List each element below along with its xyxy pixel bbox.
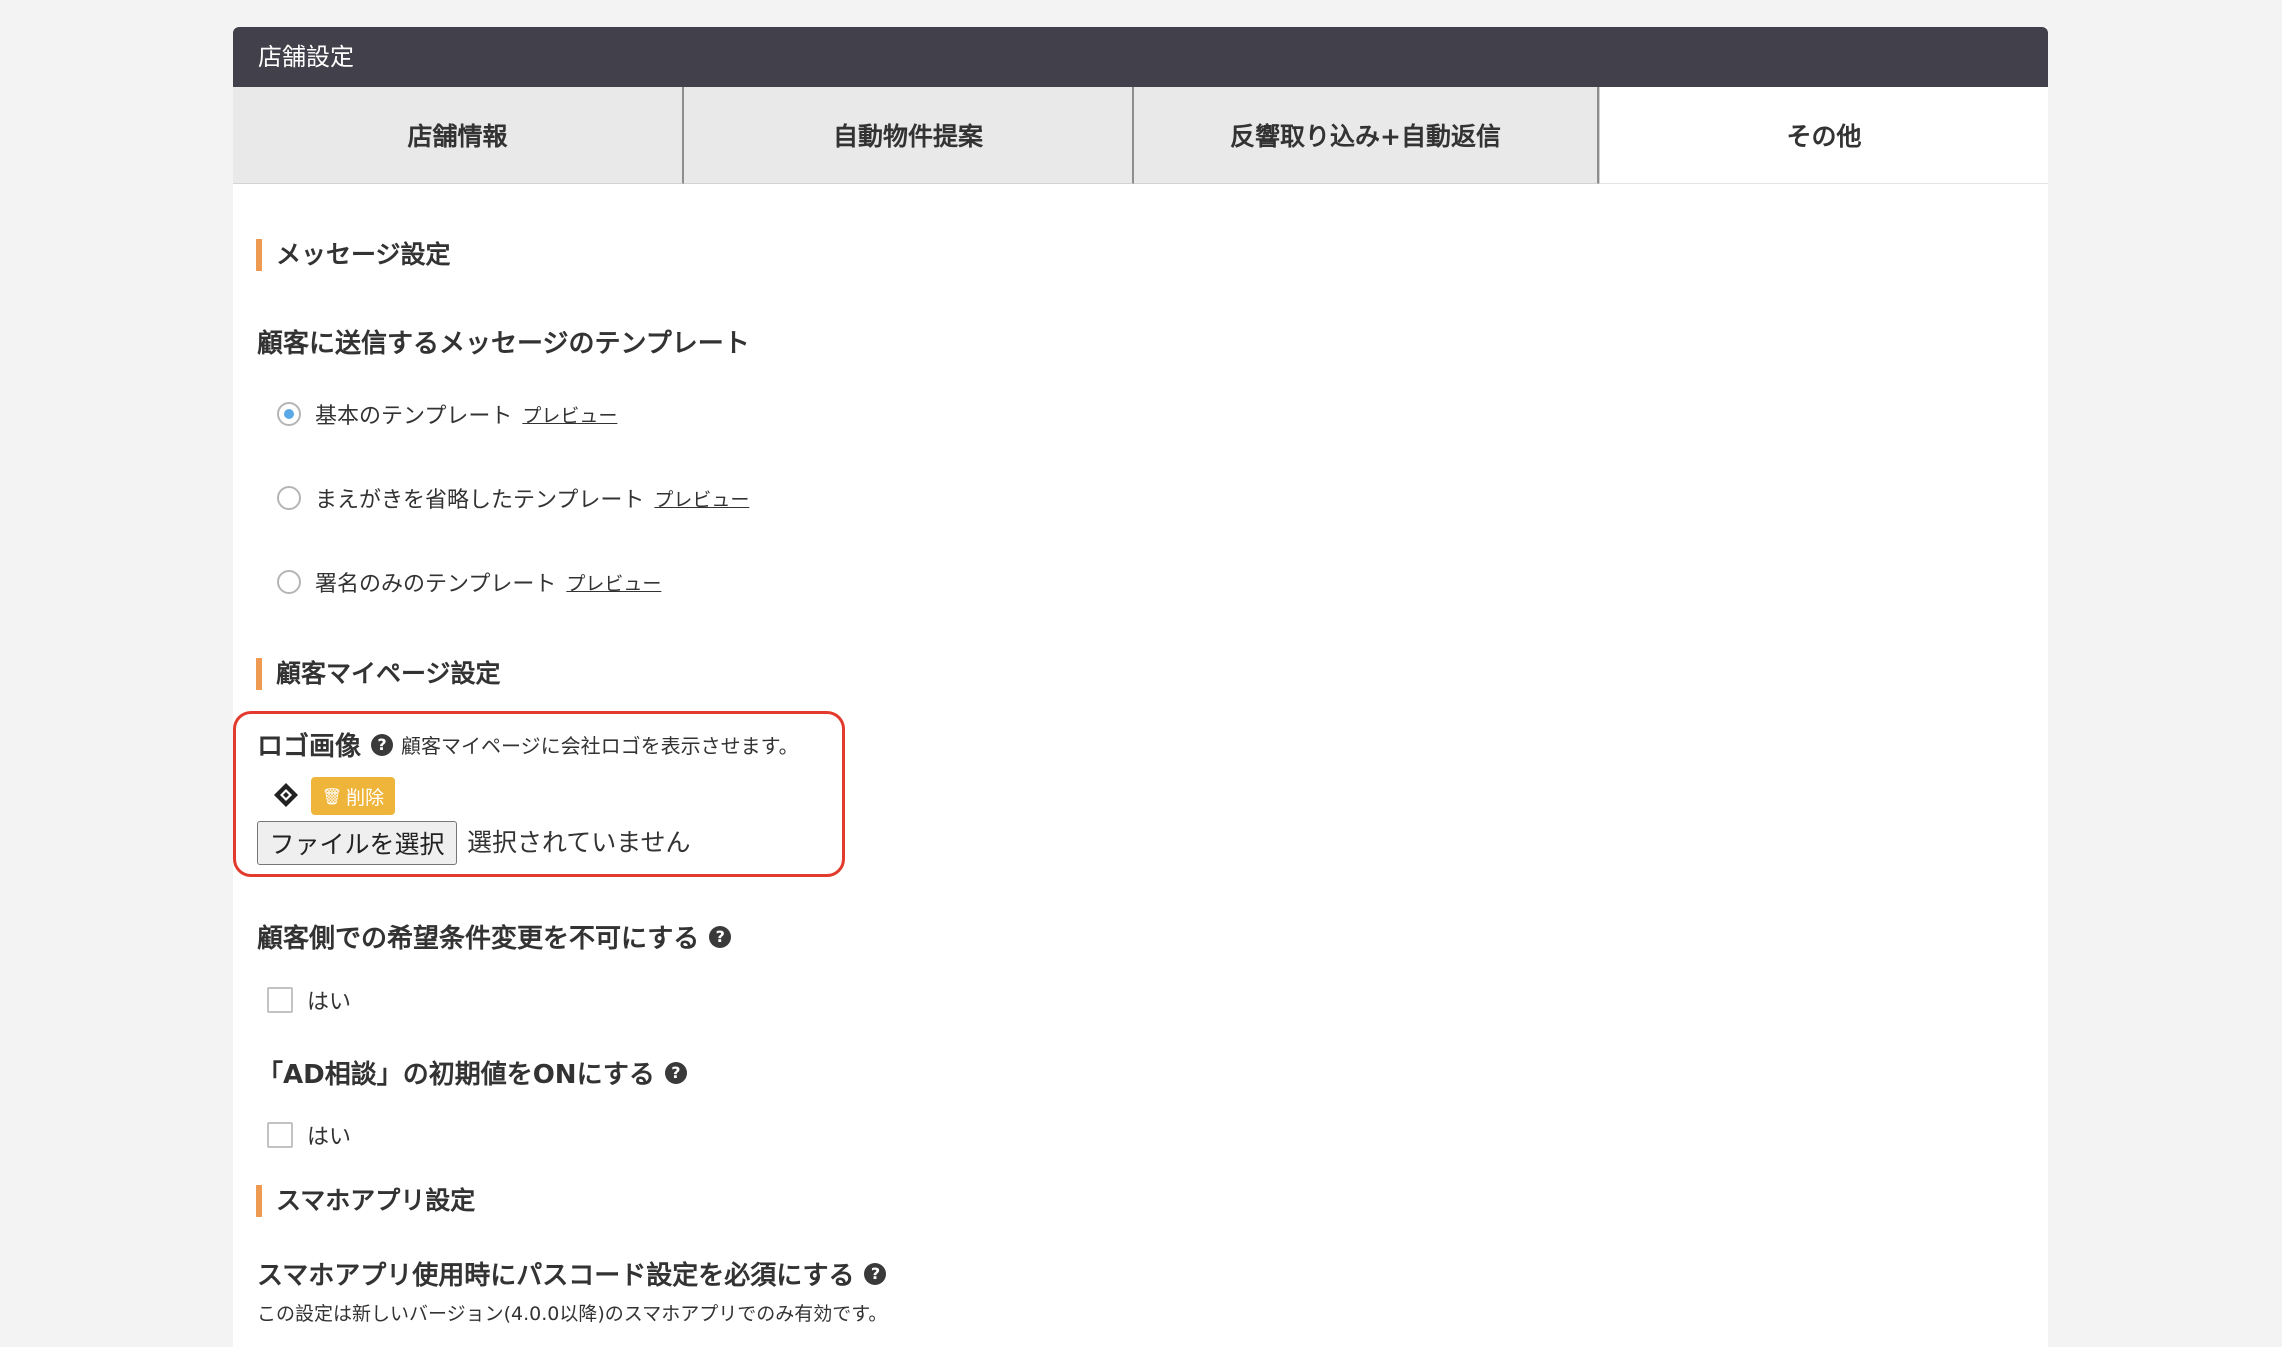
ad-consult-default-label: 「AD相談」の初期値をONにする xyxy=(257,1060,655,1090)
preview-link[interactable]: プレビュー xyxy=(566,569,661,596)
passcode-required-label: スマホアプリ使用時にパスコード設定を必須にする xyxy=(257,1261,855,1291)
logo-image-label: ロゴ画像 xyxy=(257,732,362,762)
disable-condition-change-option[interactable]: はい xyxy=(267,984,351,1016)
delete-logo-button[interactable]: 🗑 削除 xyxy=(311,777,395,815)
template-option-label: まえがきを省略したテンプレート xyxy=(315,488,645,513)
section-title-app-settings: スマホアプリ設定 xyxy=(256,1185,475,1217)
settings-tabs: 店舗情報 自動物件提案 反響取り込み+自動返信 その他 xyxy=(233,87,2048,185)
tab-other[interactable]: その他 xyxy=(1599,87,2048,184)
section-title-mypage-settings: 顧客マイページ設定 xyxy=(256,658,501,690)
ad-consult-default-heading: 「AD相談」の初期値をONにする ? xyxy=(257,1054,687,1091)
checkbox-label: はい xyxy=(307,990,352,1015)
question-circle-icon[interactable]: ? xyxy=(864,1262,887,1285)
logo-image-setting: ロゴ画像 ? 顧客マイページに会社ロゴを表示させます。 xyxy=(257,726,799,763)
question-circle-icon[interactable]: ? xyxy=(371,733,394,756)
disable-condition-change-label: 顧客側での希望条件変更を不可にする xyxy=(257,924,700,954)
disable-condition-change-heading: 顧客側での希望条件変更を不可にする ? xyxy=(257,918,732,955)
panel-header: 店舗設定 xyxy=(233,27,2048,87)
radio-template-signature-only[interactable] xyxy=(277,570,301,594)
template-option-label: 署名のみのテンプレート xyxy=(315,572,557,597)
template-option-basic[interactable]: 基本のテンプレート プレビュー xyxy=(277,398,617,430)
radio-template-no-preface[interactable] xyxy=(277,486,301,510)
checkbox-label: はい xyxy=(307,1125,352,1150)
delete-label: 削除 xyxy=(346,786,385,809)
checkbox-ad-consult-default[interactable] xyxy=(267,1122,293,1148)
section-title-message-settings: メッセージ設定 xyxy=(256,239,451,271)
preview-link[interactable]: プレビュー xyxy=(522,401,617,428)
tab-auto-property-suggestion[interactable]: 自動物件提案 xyxy=(684,87,1134,184)
store-settings-panel: 店舗設定 店舗情報 自動物件提案 反響取り込み+自動返信 その他 メッセージ設定… xyxy=(233,27,2048,1347)
template-heading: 顧客に送信するメッセージのテンプレート xyxy=(257,323,750,360)
question-circle-icon[interactable]: ? xyxy=(664,1061,687,1084)
tab-store-info[interactable]: 店舗情報 xyxy=(233,87,684,184)
passcode-required-heading: スマホアプリ使用時にパスコード設定を必須にする ? xyxy=(257,1255,887,1292)
logo-image-description: 顧客マイページに会社ロゴを表示させます。 xyxy=(401,734,799,758)
file-status-text: 選択されていません xyxy=(467,828,691,857)
template-option-no-preface[interactable]: まえがきを省略したテンプレート プレビュー xyxy=(277,482,749,514)
passcode-version-note: この設定は新しいバージョン(4.0.0以降)のスマホアプリでのみ有効です。 xyxy=(257,1303,888,1325)
question-circle-icon[interactable]: ? xyxy=(709,925,732,948)
ad-consult-default-option[interactable]: はい xyxy=(267,1119,351,1151)
preview-link[interactable]: プレビュー xyxy=(654,485,749,512)
template-option-signature-only[interactable]: 署名のみのテンプレート プレビュー xyxy=(277,566,661,598)
template-option-label: 基本のテンプレート xyxy=(315,404,513,429)
company-logo-thumbnail xyxy=(274,783,298,807)
choose-file-button[interactable]: ファイルを選択 xyxy=(257,821,457,865)
trash-icon: 🗑 xyxy=(321,786,343,806)
checkbox-disable-condition-change[interactable] xyxy=(267,987,293,1013)
tab-inquiry-import-auto-reply[interactable]: 反響取り込み+自動返信 xyxy=(1134,87,1599,184)
radio-template-basic[interactable] xyxy=(277,402,301,426)
template-heading-label: 顧客に送信するメッセージのテンプレート xyxy=(257,329,750,359)
